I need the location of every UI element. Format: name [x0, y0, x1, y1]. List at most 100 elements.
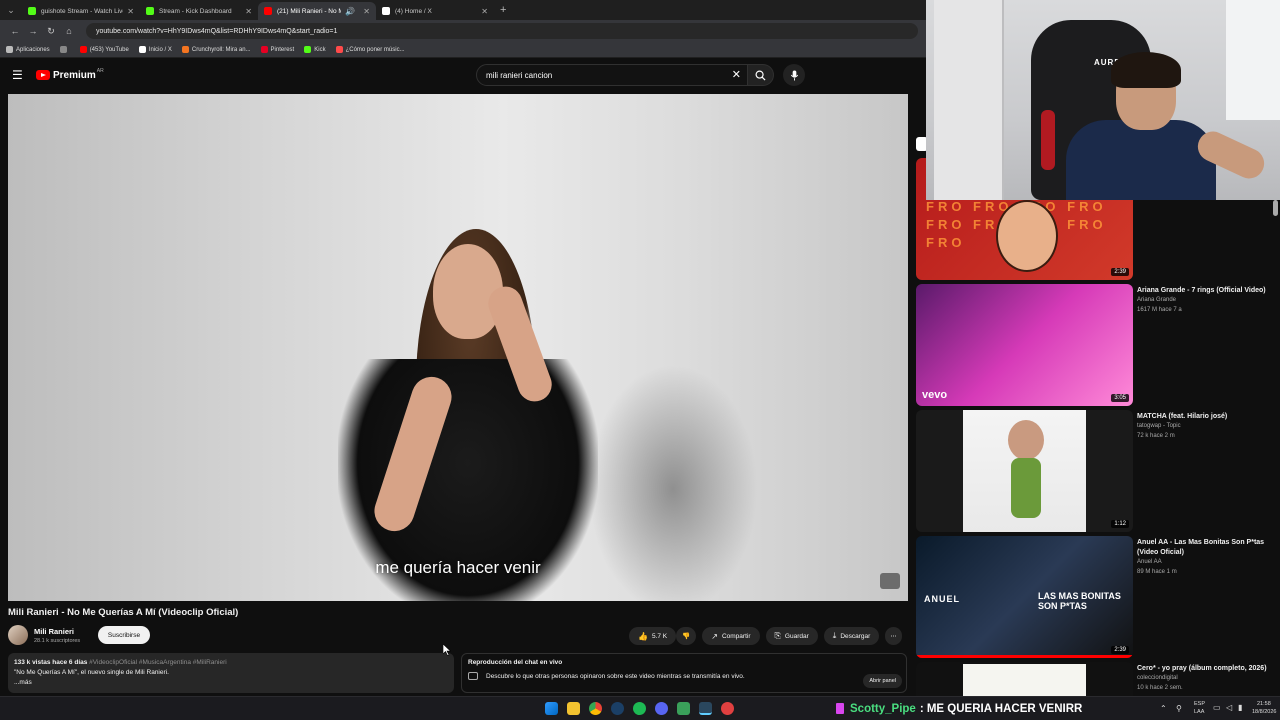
- dislike-button[interactable]: 👎: [676, 627, 697, 645]
- video-description[interactable]: 133 k vistas hace 6 días #VideoclipOfici…: [8, 653, 454, 693]
- recommendation-item[interactable]: vevo 3:05 Ariana Grande - 7 rings (Offic…: [916, 284, 1280, 406]
- menu-icon[interactable]: ☰: [12, 68, 24, 82]
- bookmark-item[interactable]: Kick: [304, 46, 326, 53]
- forward-icon[interactable]: →: [24, 26, 42, 36]
- webcam-person-shirt: [1066, 120, 1216, 200]
- recommendation-thumbnail[interactable]: ANUEL LAS MAS BONITAS SON P*TAS 2:39: [916, 536, 1133, 658]
- file-explorer-icon[interactable]: [567, 702, 580, 715]
- like-button[interactable]: 👍 5.7 K: [629, 627, 677, 645]
- duration-badge: 3:05: [1111, 394, 1129, 402]
- network-icon[interactable]: ▭: [1213, 703, 1221, 712]
- channel-watermark-icon[interactable]: [880, 573, 900, 589]
- crunchyroll-icon: [181, 46, 189, 53]
- recommendation-channel[interactable]: Ariana Grande: [1137, 297, 1176, 303]
- language-indicator[interactable]: ESP: [1194, 701, 1205, 707]
- browser-tabbar: ⌄ guishote Stream - Watch Live o... ✕ St…: [0, 0, 926, 20]
- mouse-cursor-icon: [443, 644, 451, 656]
- home-icon[interactable]: ⌂: [60, 26, 78, 36]
- grid-icon: [59, 46, 67, 53]
- search-button[interactable]: [748, 64, 774, 86]
- more-icon: ⋯: [890, 633, 897, 640]
- spotify-icon[interactable]: [633, 702, 646, 715]
- discord-icon[interactable]: [655, 702, 668, 715]
- tray-chevron-icon[interactable]: ⌃: [1160, 704, 1167, 713]
- bookmark-item[interactable]: Aplicaciones: [6, 46, 50, 53]
- close-tab-icon[interactable]: ✕: [481, 7, 488, 16]
- speaker-icon[interactable]: 🔊: [345, 7, 355, 16]
- voice-search-button[interactable]: [783, 64, 805, 86]
- share-button[interactable]: ↗ Compartir: [702, 627, 760, 645]
- new-tab-icon[interactable]: +: [500, 4, 506, 16]
- close-tab-icon[interactable]: ✕: [127, 7, 134, 16]
- bookmark-item[interactable]: ¿Cómo poner músic...: [335, 46, 405, 53]
- bookmark-item[interactable]: Crunchyroll: Mira an...: [181, 46, 251, 53]
- more-actions-button[interactable]: ⋯: [885, 627, 902, 645]
- battery-icon[interactable]: ▮: [1238, 703, 1242, 712]
- tab-title: Stream - Kick Dashboard: [159, 7, 232, 15]
- tray-icon[interactable]: ⚲: [1176, 704, 1182, 713]
- desc-tags[interactable]: #VideoclipOficial #MusicaArgentina #Mili…: [89, 659, 227, 666]
- search-input[interactable]: mili ranieri cancion ✕: [476, 64, 748, 86]
- clock-time[interactable]: 21:58: [1257, 701, 1271, 707]
- browser-tab[interactable]: (4) Home / X ✕: [376, 2, 494, 20]
- chat-replay-box: Reproducción del chat en vivo Descubre l…: [461, 653, 907, 693]
- channel-avatar[interactable]: [8, 625, 28, 645]
- steam-icon[interactable]: [611, 702, 624, 715]
- recommendation-channel[interactable]: tatogwap - Topic: [1137, 423, 1181, 429]
- scrollbar-thumb[interactable]: [1273, 200, 1278, 216]
- back-icon[interactable]: ←: [6, 26, 24, 36]
- windows-start-icon[interactable]: [545, 702, 558, 715]
- browser-tab[interactable]: guishote Stream - Watch Live o... ✕: [22, 2, 140, 20]
- save-button[interactable]: ⎘ Guardar: [765, 627, 818, 645]
- app-icon[interactable]: [721, 702, 734, 715]
- recommendation-channel[interactable]: colecciondigital: [1137, 675, 1178, 681]
- bookmark-item[interactable]: (453) YouTube: [79, 46, 129, 53]
- recommendation-title: MATCHA (feat. Hilario josé): [1137, 413, 1228, 420]
- app-icon[interactable]: [677, 702, 690, 715]
- thumbs-down-icon: 👎: [682, 633, 691, 640]
- recommendation-meta: 89 M hace 1 m: [1137, 569, 1177, 575]
- thumb-face: [996, 200, 1058, 272]
- bookmark-label: Crunchyroll: Mira an...: [191, 46, 251, 53]
- url-field[interactable]: youtube.com/watch?v=HhY9IDws4mQ&list=RDH…: [86, 23, 918, 39]
- clear-icon[interactable]: ✕: [732, 68, 741, 81]
- reload-icon[interactable]: ↻: [42, 26, 60, 37]
- open-panel-button[interactable]: Abrir panel: [863, 674, 902, 688]
- chat-replay-text: Descubre lo que otras personas opinaron …: [486, 672, 745, 680]
- recommendation-thumbnail[interactable]: 1:12: [916, 410, 1133, 532]
- clock-date[interactable]: 18/8/2026: [1252, 709, 1276, 715]
- sidebar-scrollbar[interactable]: [1273, 200, 1278, 690]
- steam-active-icon[interactable]: [699, 702, 712, 715]
- browser-tab-active[interactable]: (21) Mili Ranieri - No Me Q... 🔊 ✕: [258, 2, 376, 20]
- close-tab-icon[interactable]: ✕: [363, 7, 370, 16]
- recommendation-item[interactable]: ANUEL LAS MAS BONITAS SON P*TAS 2:39 Anu…: [916, 536, 1280, 658]
- bookmark-item[interactable]: [59, 46, 70, 53]
- chat-message: : ME QUERIA HACER VENIRR: [919, 702, 1083, 715]
- recommendation-item[interactable]: 1:12 MATCHA (feat. Hilario josé) tatogwa…: [916, 410, 1280, 532]
- recommendation-title: Cero* - yo pray (álbum completo, 2026): [1137, 665, 1267, 672]
- kick-favicon-icon: [146, 7, 154, 15]
- webcam-chair-accent: [1041, 110, 1055, 170]
- recommendation-meta: 72 k hace 2 m: [1137, 433, 1175, 439]
- recommendation-thumbnail[interactable]: [916, 662, 1133, 696]
- recommendation-channel[interactable]: Anuel AA: [1137, 559, 1162, 565]
- bookmark-item[interactable]: Pinterest: [260, 46, 294, 53]
- close-tab-icon[interactable]: ✕: [245, 7, 252, 16]
- keyboard-layout[interactable]: LAA: [1194, 709, 1204, 715]
- chrome-icon[interactable]: [589, 702, 602, 715]
- recommendation-item[interactable]: Cero* - yo pray (álbum completo, 2026) c…: [916, 662, 1280, 696]
- browser-tab[interactable]: Stream - Kick Dashboard ✕: [140, 2, 258, 20]
- video-player[interactable]: me quería hacer venir: [8, 94, 908, 601]
- desc-more-link[interactable]: ...más: [14, 678, 448, 688]
- volume-icon[interactable]: ◁: [1226, 703, 1232, 712]
- share-label: Compartir: [721, 632, 751, 640]
- subscribe-button[interactable]: Suscribirse: [98, 626, 150, 644]
- channel-name[interactable]: Mili Ranieri: [34, 627, 74, 636]
- bookmark-item[interactable]: Inicio / X: [138, 46, 172, 53]
- download-icon: ⤓: [832, 631, 837, 640]
- youtube-logo[interactable]: Premium AR: [36, 68, 104, 81]
- tab-search-icon[interactable]: ⌄: [4, 3, 18, 17]
- download-button[interactable]: ⤓ Descargar: [823, 627, 880, 645]
- recommendation-thumbnail[interactable]: vevo 3:05: [916, 284, 1133, 406]
- chat-username: Scotty_Pipe: [850, 702, 916, 715]
